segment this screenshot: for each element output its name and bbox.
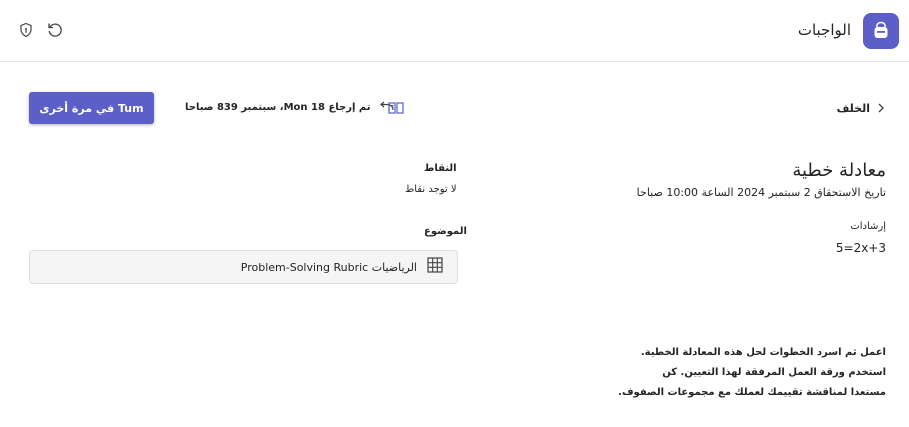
back-label: الخلف bbox=[836, 102, 870, 115]
due-date: تاريخ الاستحقاق 2 سبتمبر 2024 الساعة 10:… bbox=[636, 186, 886, 199]
table-icon bbox=[427, 257, 443, 277]
instruction-line: مستعدا لمناقشة تقييمك لعملك مع مجموعات ا… bbox=[618, 387, 886, 398]
rubric-label: الموضوع bbox=[424, 226, 467, 237]
instructions-body: اعمل ثم اسرد الخطوات لحل هذه المعادلة ال… bbox=[556, 343, 886, 403]
rubric-card[interactable]: الرياضيات Problem-Solving Rubric bbox=[29, 250, 458, 284]
back-button[interactable]: الخلف bbox=[837, 99, 886, 118]
top-bar: الواجبات bbox=[0, 0, 909, 62]
backpack-icon bbox=[863, 13, 899, 49]
refresh-icon[interactable] bbox=[45, 20, 65, 40]
return-arrow-icon bbox=[379, 101, 395, 113]
chevron-right-icon bbox=[876, 99, 886, 118]
assignment-title: معادلة خطية bbox=[792, 160, 886, 181]
turn-in-again-button[interactable]: Tum في مرة أخرى bbox=[29, 92, 154, 124]
returned-status: تم إرجاع 18 Mon، سبتمبر 839 صباحا bbox=[185, 101, 395, 113]
instructions-label: إرشادات bbox=[850, 221, 886, 232]
instruction-line: استخدم ورقة العمل المرفقة لهذا التعيين. … bbox=[662, 367, 886, 378]
shield-icon[interactable] bbox=[16, 20, 36, 40]
points-value: لا توجد نقاط bbox=[405, 184, 457, 195]
points-label: النقاط bbox=[424, 163, 457, 174]
returned-text: تم إرجاع 18 Mon، سبتمبر 839 صباحا bbox=[185, 101, 371, 113]
equation: 5=2x+3 bbox=[835, 241, 886, 255]
instruction-line: اعمل ثم اسرد الخطوات لحل هذه المعادلة ال… bbox=[640, 347, 886, 358]
rubric-name: الرياضيات Problem-Solving Rubric bbox=[240, 260, 417, 274]
app-title: الواجبات bbox=[797, 21, 851, 39]
